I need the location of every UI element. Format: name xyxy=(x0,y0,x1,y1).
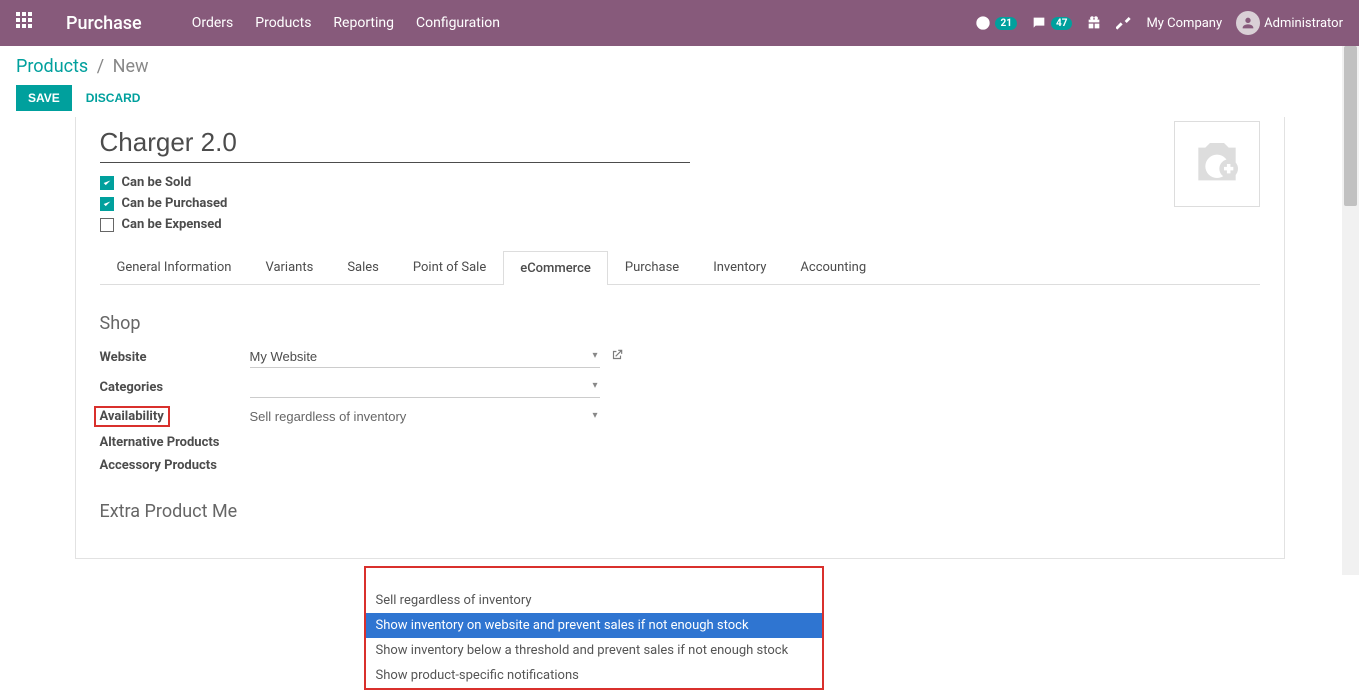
can-be-purchased-checkbox[interactable] xyxy=(100,197,114,211)
apps-menu-icon[interactable] xyxy=(16,12,38,34)
tab-point-of-sale[interactable]: Point of Sale xyxy=(396,250,503,284)
product-name-input[interactable] xyxy=(100,125,690,163)
availability-option-2[interactable]: Show inventory below a threshold and pre… xyxy=(366,638,822,663)
tab-sales[interactable]: Sales xyxy=(330,250,396,284)
availability-dropdown: Sell regardless of inventory Show invent… xyxy=(364,566,824,690)
menu-products[interactable]: Products xyxy=(255,15,311,31)
avatar-icon xyxy=(1236,11,1260,35)
nav-right: 21 47 My Company Administrator xyxy=(975,11,1343,35)
menu-orders[interactable]: Orders xyxy=(192,15,234,31)
can-be-purchased-row: Can be Purchased xyxy=(100,196,1260,211)
user-name: Administrator xyxy=(1264,16,1343,31)
main-menu: Orders Products Reporting Configuration xyxy=(192,15,500,31)
availability-label: Availability xyxy=(94,406,170,427)
save-button[interactable]: SAVE xyxy=(16,85,72,111)
activity-icon[interactable]: 21 xyxy=(975,15,1016,31)
form-sheet: Can be Sold Can be Purchased Can be Expe… xyxy=(75,117,1285,559)
can-be-sold-checkbox[interactable] xyxy=(100,176,114,190)
can-be-sold-row: Can be Sold xyxy=(100,175,1260,190)
tab-ecommerce[interactable]: eCommerce xyxy=(503,251,608,285)
alternative-products-label: Alternative Products xyxy=(100,435,250,450)
tab-inventory[interactable]: Inventory xyxy=(696,250,783,284)
tabs: General Information Variants Sales Point… xyxy=(100,250,1260,285)
app-brand[interactable]: Purchase xyxy=(66,13,142,34)
can-be-expensed-label: Can be Expensed xyxy=(122,217,222,232)
can-be-sold-label: Can be Sold xyxy=(122,175,192,190)
menu-reporting[interactable]: Reporting xyxy=(333,15,394,31)
availability-option-3[interactable]: Show product-specific notifications xyxy=(366,663,822,688)
top-navbar: Purchase Orders Products Reporting Confi… xyxy=(0,0,1359,46)
can-be-purchased-label: Can be Purchased xyxy=(122,196,228,211)
activity-badge: 21 xyxy=(995,17,1016,30)
discard-button[interactable]: DISCARD xyxy=(86,91,141,105)
categories-field[interactable] xyxy=(250,376,600,398)
can-be-expensed-row: Can be Expensed xyxy=(100,217,1260,232)
breadcrumb-current: New xyxy=(113,56,149,77)
section-extra-title: Extra Product Me xyxy=(100,501,1260,522)
accessory-products-label: Accessory Products xyxy=(100,458,250,473)
messages-badge: 47 xyxy=(1051,17,1072,30)
settings-icon[interactable] xyxy=(1116,15,1132,31)
control-panel: Products / New SAVE DISCARD xyxy=(0,46,1359,117)
breadcrumb: Products / New xyxy=(16,56,1343,77)
can-be-expensed-checkbox[interactable] xyxy=(100,218,114,232)
availability-option-1[interactable]: Show inventory on website and prevent sa… xyxy=(366,613,822,638)
messages-icon[interactable]: 47 xyxy=(1031,15,1072,31)
user-menu[interactable]: Administrator xyxy=(1236,11,1343,35)
section-shop-title: Shop xyxy=(100,313,1260,334)
external-link-icon[interactable] xyxy=(610,348,624,366)
tab-purchase[interactable]: Purchase xyxy=(608,250,696,284)
tab-variants[interactable]: Variants xyxy=(248,250,330,284)
product-image-placeholder[interactable] xyxy=(1174,121,1260,207)
scrollbar-thumb[interactable] xyxy=(1344,46,1357,206)
menu-configuration[interactable]: Configuration xyxy=(416,15,500,31)
breadcrumb-parent[interactable]: Products xyxy=(16,56,88,77)
gift-icon[interactable] xyxy=(1086,15,1102,31)
availability-field[interactable] xyxy=(250,406,600,427)
tab-accounting[interactable]: Accounting xyxy=(783,250,883,284)
website-field[interactable] xyxy=(250,346,600,368)
tab-general-information[interactable]: General Information xyxy=(100,250,249,284)
categories-label: Categories xyxy=(100,380,250,395)
breadcrumb-sep: / xyxy=(97,56,104,77)
company-menu[interactable]: My Company xyxy=(1146,16,1222,31)
availability-option-0[interactable]: Sell regardless of inventory xyxy=(366,588,822,613)
website-label: Website xyxy=(100,350,250,365)
